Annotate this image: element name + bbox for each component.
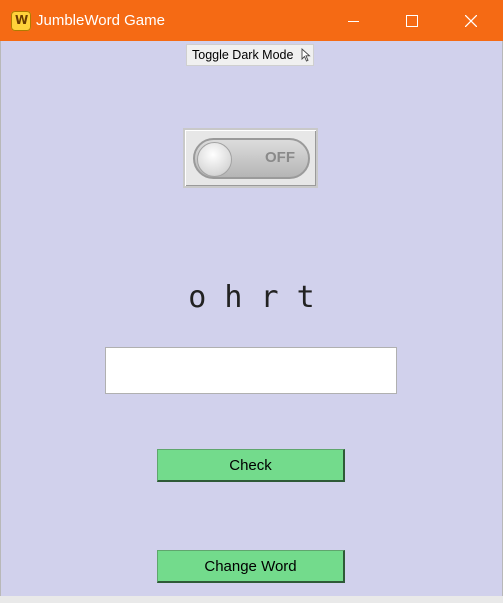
toggle-state-label: OFF: [265, 149, 295, 166]
answer-input[interactable]: [105, 347, 397, 394]
dark-mode-tooltip: Toggle Dark Mode: [186, 44, 314, 66]
close-button[interactable]: [440, 0, 503, 41]
window-bottom-edge: [0, 596, 503, 603]
jumbled-word: o h r t: [188, 280, 315, 315]
window-title: JumbleWord Game: [36, 12, 165, 29]
dark-mode-toggle[interactable]: OFF: [183, 128, 318, 188]
mouse-pointer-icon: [301, 48, 311, 62]
tooltip-text: Toggle Dark Mode: [192, 48, 294, 62]
minimize-button[interactable]: [324, 0, 382, 41]
close-icon: [465, 15, 477, 27]
change-word-button[interactable]: Change Word: [157, 550, 345, 583]
check-button[interactable]: Check: [157, 449, 345, 482]
toggle-track: OFF: [193, 138, 310, 179]
main-content: [0, 41, 503, 597]
title-bar: JumbleWord Game: [0, 0, 503, 41]
maximize-button[interactable]: [382, 0, 440, 41]
toggle-knob: [197, 142, 232, 177]
jumbleword-app-icon: [11, 11, 31, 31]
